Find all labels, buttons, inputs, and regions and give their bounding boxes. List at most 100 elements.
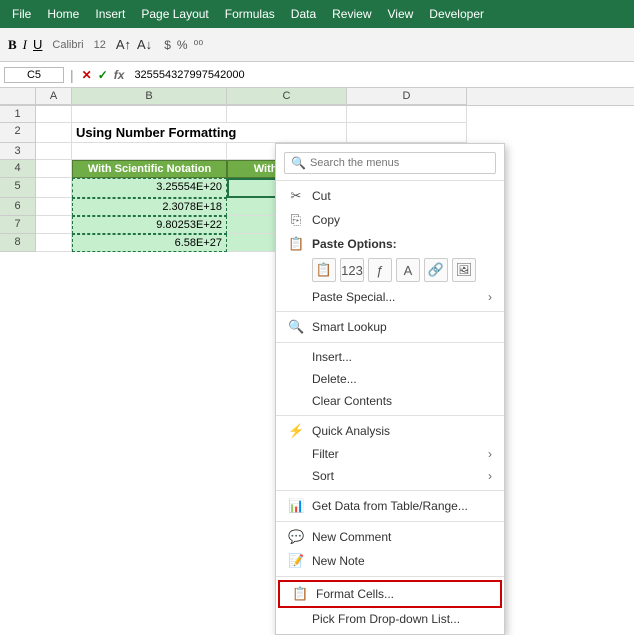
menu-review[interactable]: Review bbox=[324, 3, 379, 25]
cut-menu-item[interactable]: ✂ Cut bbox=[276, 184, 504, 208]
menu-view[interactable]: View bbox=[380, 3, 422, 25]
cell-b1[interactable] bbox=[72, 106, 227, 123]
new-comment-icon: 💬 bbox=[288, 529, 304, 545]
menu-home[interactable]: Home bbox=[39, 3, 87, 25]
menu-data[interactable]: Data bbox=[283, 3, 324, 25]
cancel-icon[interactable]: ✕ bbox=[80, 68, 94, 82]
underline-button[interactable]: U bbox=[33, 37, 42, 52]
cell-a8[interactable] bbox=[36, 234, 72, 252]
font-size-up[interactable]: A↑ bbox=[116, 37, 131, 52]
cell-a6[interactable] bbox=[36, 198, 72, 216]
formula-bar: C5 | ✕ ✓ fx 325554327997542000 bbox=[0, 62, 634, 88]
col-header-c[interactable]: C bbox=[227, 88, 347, 105]
row-header-5[interactable]: 5 bbox=[0, 178, 36, 198]
dollar-icon[interactable]: $ bbox=[164, 38, 171, 52]
row-header-8[interactable]: 8 bbox=[0, 234, 36, 252]
cell-a2[interactable] bbox=[36, 123, 72, 143]
quick-analysis-icon: ⚡ bbox=[288, 423, 304, 439]
filter-arrow: › bbox=[488, 447, 492, 461]
cut-icon: ✂ bbox=[288, 188, 304, 204]
menu-page-layout[interactable]: Page Layout bbox=[133, 3, 216, 25]
sort-menu-item[interactable]: Sort › bbox=[276, 465, 504, 487]
table-row: 2 Using Number Formatting bbox=[0, 123, 634, 143]
row-header-3[interactable]: 3 bbox=[0, 143, 36, 160]
formula-input[interactable]: 325554327997542000 bbox=[134, 69, 630, 81]
cell-a5[interactable] bbox=[36, 178, 72, 198]
col-header-d[interactable]: D bbox=[347, 88, 467, 105]
clear-contents-menu-item[interactable]: Clear Contents bbox=[276, 390, 504, 412]
menu-formulas[interactable]: Formulas bbox=[217, 3, 283, 25]
paste-special-menu-item[interactable]: Paste Special... › bbox=[276, 286, 504, 308]
cell-d1[interactable] bbox=[347, 106, 467, 123]
new-comment-label: New Comment bbox=[312, 530, 391, 544]
smart-lookup-label: Smart Lookup bbox=[312, 320, 387, 334]
paste-icon-3[interactable]: ƒ bbox=[368, 258, 392, 282]
col-header-a[interactable]: A bbox=[36, 88, 72, 105]
bold-button[interactable]: B bbox=[8, 37, 17, 53]
new-note-icon: 📝 bbox=[288, 553, 304, 569]
cell-d2[interactable] bbox=[347, 123, 467, 143]
paste-icon-4[interactable]: A bbox=[396, 258, 420, 282]
cell-a1[interactable] bbox=[36, 106, 72, 123]
font-name[interactable]: Calibri bbox=[52, 39, 83, 51]
row-header-6[interactable]: 6 bbox=[0, 198, 36, 216]
separator bbox=[276, 490, 504, 491]
get-data-menu-item[interactable]: 📊 Get Data from Table/Range... bbox=[276, 494, 504, 518]
font-size-down[interactable]: A↓ bbox=[137, 37, 152, 52]
context-menu: 🔍 ✂ Cut ⎘ Copy 📋 Paste Options: 📋 123 ƒ … bbox=[275, 143, 505, 635]
function-icon[interactable]: fx bbox=[112, 68, 127, 82]
format-cells-menu-item[interactable]: 📋 Format Cells... bbox=[278, 580, 502, 608]
delete-menu-item[interactable]: Delete... bbox=[276, 368, 504, 390]
paste-options-label: Paste Options: bbox=[312, 237, 397, 251]
cell-a3[interactable] bbox=[36, 143, 72, 160]
italic-button[interactable]: I bbox=[23, 37, 27, 53]
comma-icon[interactable]: ⁰⁰ bbox=[194, 38, 204, 52]
cell-b4[interactable]: With Scientific Notation bbox=[72, 160, 227, 178]
row-header-2[interactable]: 2 bbox=[0, 123, 36, 143]
row-header-1[interactable]: 1 bbox=[0, 106, 36, 123]
pick-dropdown-menu-item[interactable]: Pick From Drop-down List... bbox=[276, 608, 504, 630]
paste-icon-2[interactable]: 123 bbox=[340, 258, 364, 282]
menu-developer[interactable]: Developer bbox=[421, 3, 492, 25]
menu-insert[interactable]: Insert bbox=[87, 3, 133, 25]
cell-b7[interactable]: 9.80253E+22 bbox=[72, 216, 227, 234]
name-box[interactable]: C5 bbox=[4, 67, 64, 83]
menu-file[interactable]: File bbox=[4, 3, 39, 25]
sort-label: Sort bbox=[312, 469, 334, 483]
copy-menu-item[interactable]: ⎘ Copy bbox=[276, 208, 504, 232]
paste-icon-1[interactable]: 📋 bbox=[312, 258, 336, 282]
paste-icon-6[interactable]: 🖼 bbox=[452, 258, 476, 282]
cell-b5[interactable]: 3.25554E+20 bbox=[72, 178, 227, 198]
insert-menu-item[interactable]: Insert... bbox=[276, 346, 504, 368]
font-size[interactable]: 12 bbox=[94, 39, 106, 51]
quick-analysis-menu-item[interactable]: ⚡ Quick Analysis bbox=[276, 419, 504, 443]
cell-b8[interactable]: 6.58E+27 bbox=[72, 234, 227, 252]
spreadsheet-area: A B C D 1 2 Using Number Formatting 3 bbox=[0, 88, 634, 252]
col-header-b[interactable]: B bbox=[72, 88, 227, 105]
context-menu-search[interactable]: 🔍 bbox=[284, 152, 496, 174]
row-header-7[interactable]: 7 bbox=[0, 216, 36, 234]
get-data-label: Get Data from Table/Range... bbox=[312, 499, 468, 513]
get-data-icon: 📊 bbox=[288, 498, 304, 514]
cell-a4[interactable] bbox=[36, 160, 72, 178]
paste-icon-5[interactable]: 🔗 bbox=[424, 258, 448, 282]
separator bbox=[276, 521, 504, 522]
filter-menu-item[interactable]: Filter › bbox=[276, 443, 504, 465]
confirm-icon[interactable]: ✓ bbox=[96, 68, 110, 82]
format-cells-label: Format Cells... bbox=[316, 587, 394, 601]
cell-c1[interactable] bbox=[227, 106, 347, 123]
cell-b6[interactable]: 2.3078E+18 bbox=[72, 198, 227, 216]
separator bbox=[276, 415, 504, 416]
search-input[interactable] bbox=[310, 157, 489, 169]
sort-arrow: › bbox=[488, 469, 492, 483]
new-comment-menu-item[interactable]: 💬 New Comment bbox=[276, 525, 504, 549]
row-header-4[interactable]: 4 bbox=[0, 160, 36, 178]
corner-cell bbox=[0, 88, 36, 105]
new-note-menu-item[interactable]: 📝 New Note bbox=[276, 549, 504, 573]
percent-icon[interactable]: % bbox=[177, 38, 188, 52]
paste-options-menu-item: 📋 Paste Options: bbox=[276, 232, 504, 256]
smart-lookup-menu-item[interactable]: 🔍 Smart Lookup bbox=[276, 315, 504, 339]
cell-b3[interactable] bbox=[72, 143, 227, 160]
cell-b2[interactable]: Using Number Formatting bbox=[72, 123, 347, 143]
cell-a7[interactable] bbox=[36, 216, 72, 234]
